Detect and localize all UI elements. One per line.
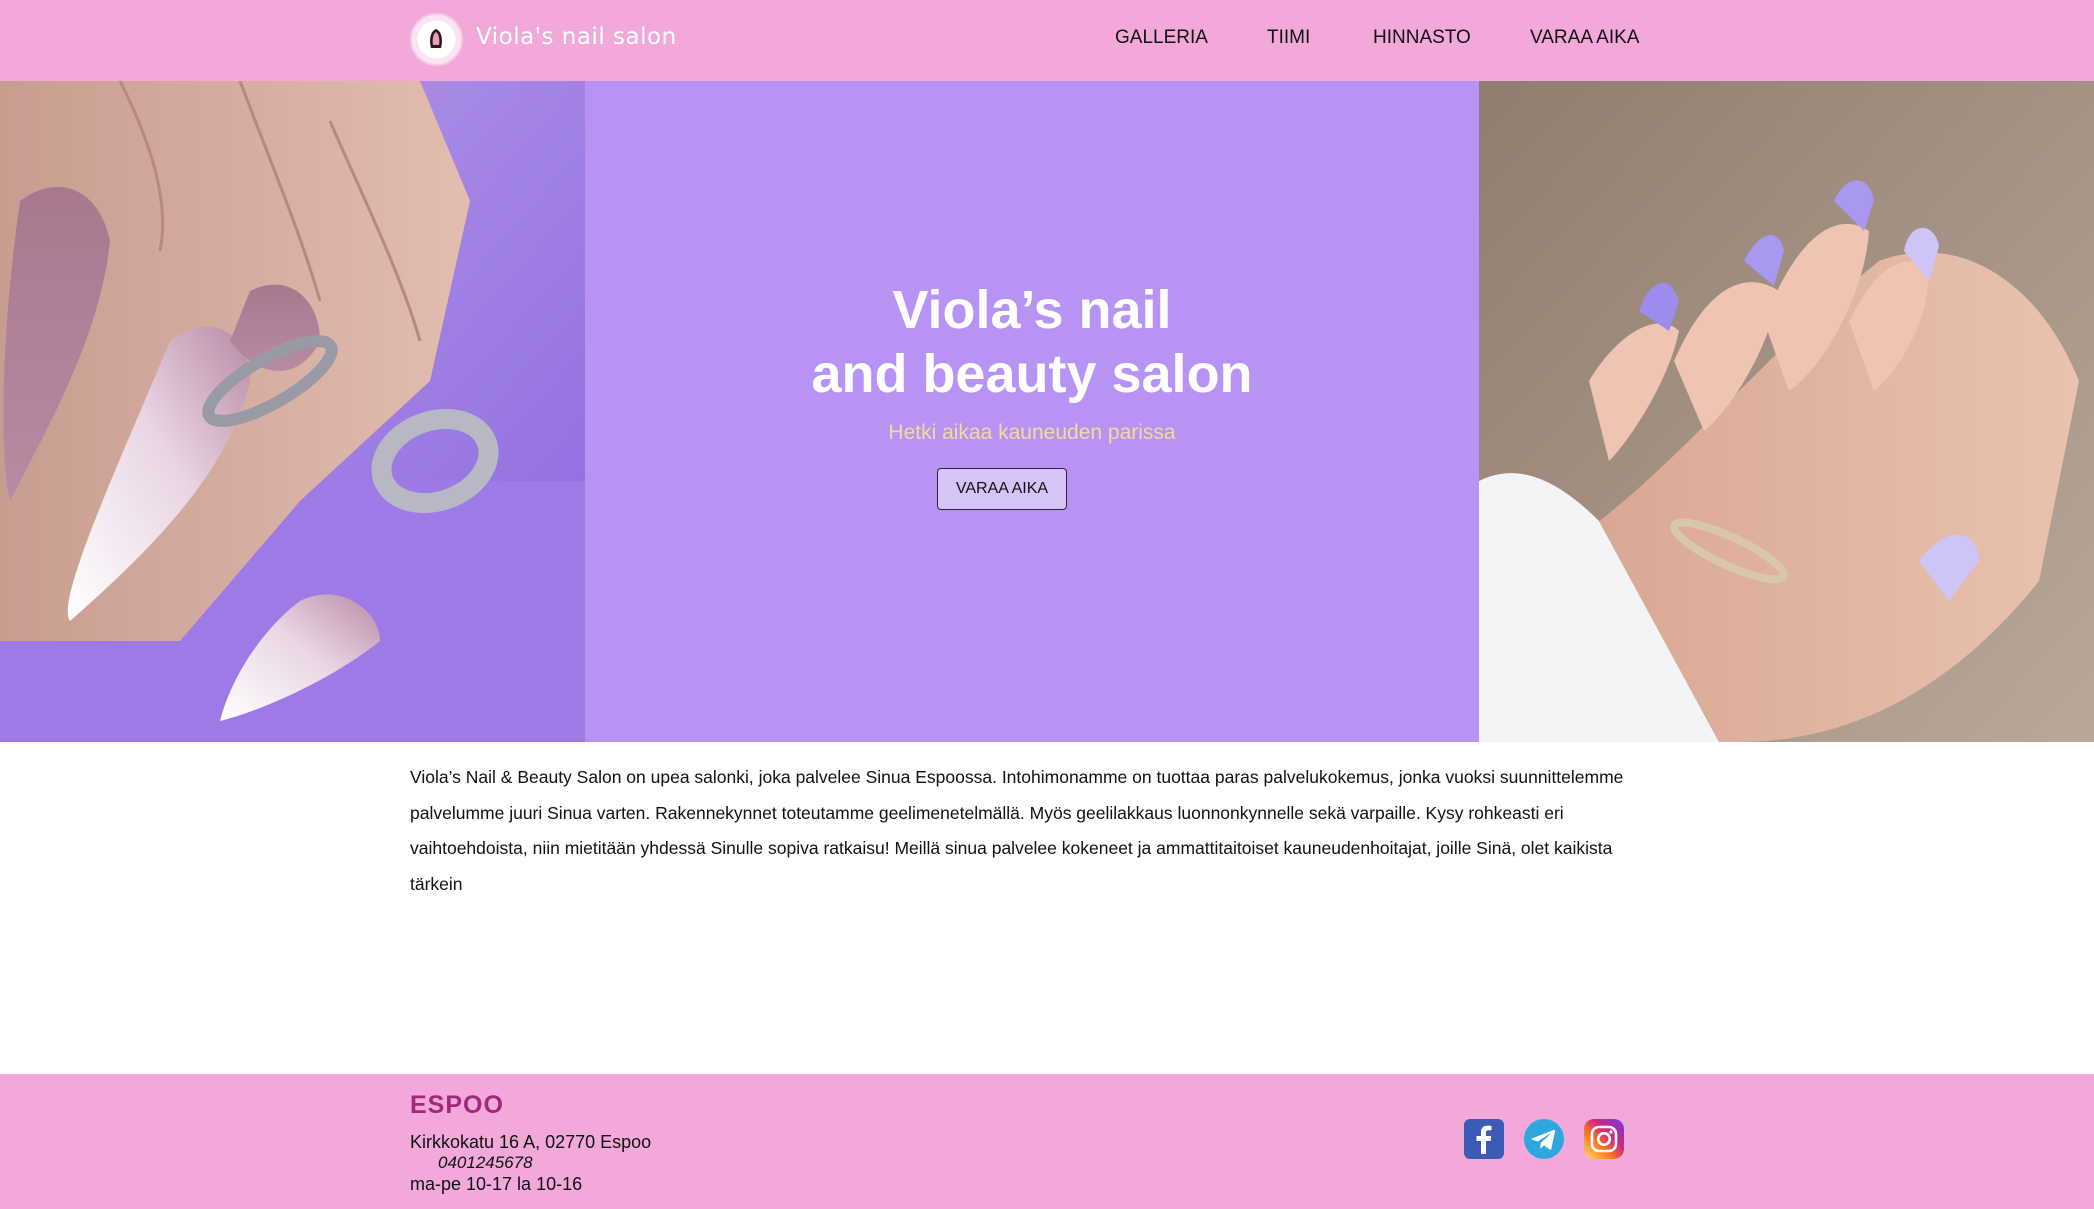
nail-photo-right [1479,81,2094,742]
hero-title-line2: and beauty salon [811,344,1253,404]
location-address: Kirkkokatu 16 A, 02770 Espoo [410,1132,652,1152]
facebook-icon[interactable] [1463,1118,1505,1160]
salon-logo[interactable] [410,13,463,66]
nav-varaa-aika[interactable]: VARAA AIKA [1530,27,1639,49]
hero-title-line1: Viola’s nail [892,280,1172,340]
hero-subtitle: Hetki aikaa kauneuden parissa [888,421,1176,444]
nail-photo-left [0,81,585,742]
site-header: Viola's nail salon GALLERIA TIIMI HINNAS… [0,0,2094,81]
phone-number[interactable]: 0401245678 [438,1153,533,1173]
hero-title: Viola’s nail and beauty salon [585,278,1479,406]
hero-banner: Viola’s nail and beauty salon Hetki aika… [0,81,2094,742]
nav-hinnasto[interactable]: HINNASTO [1373,27,1471,49]
site-footer: ESPOO Kirkkokatu 16 A, 02770 Espoo 04012… [0,1074,2094,1209]
book-appointment-button[interactable]: VARAA AIKA [937,468,1067,510]
intro-paragraph: Viola’s Nail & Beauty Salon on upea salo… [410,767,1624,894]
telegram-icon[interactable] [1523,1118,1565,1160]
instagram-icon[interactable] [1583,1118,1625,1160]
opening-hours: ma-pe 10-17 la 10-16 [410,1174,583,1194]
nav-tiimi[interactable]: TIIMI [1267,27,1310,49]
brand-name[interactable]: Viola's nail salon [476,24,677,50]
nav-galleria[interactable]: GALLERIA [1115,27,1208,49]
location-city: ESPOO [410,1091,504,1119]
